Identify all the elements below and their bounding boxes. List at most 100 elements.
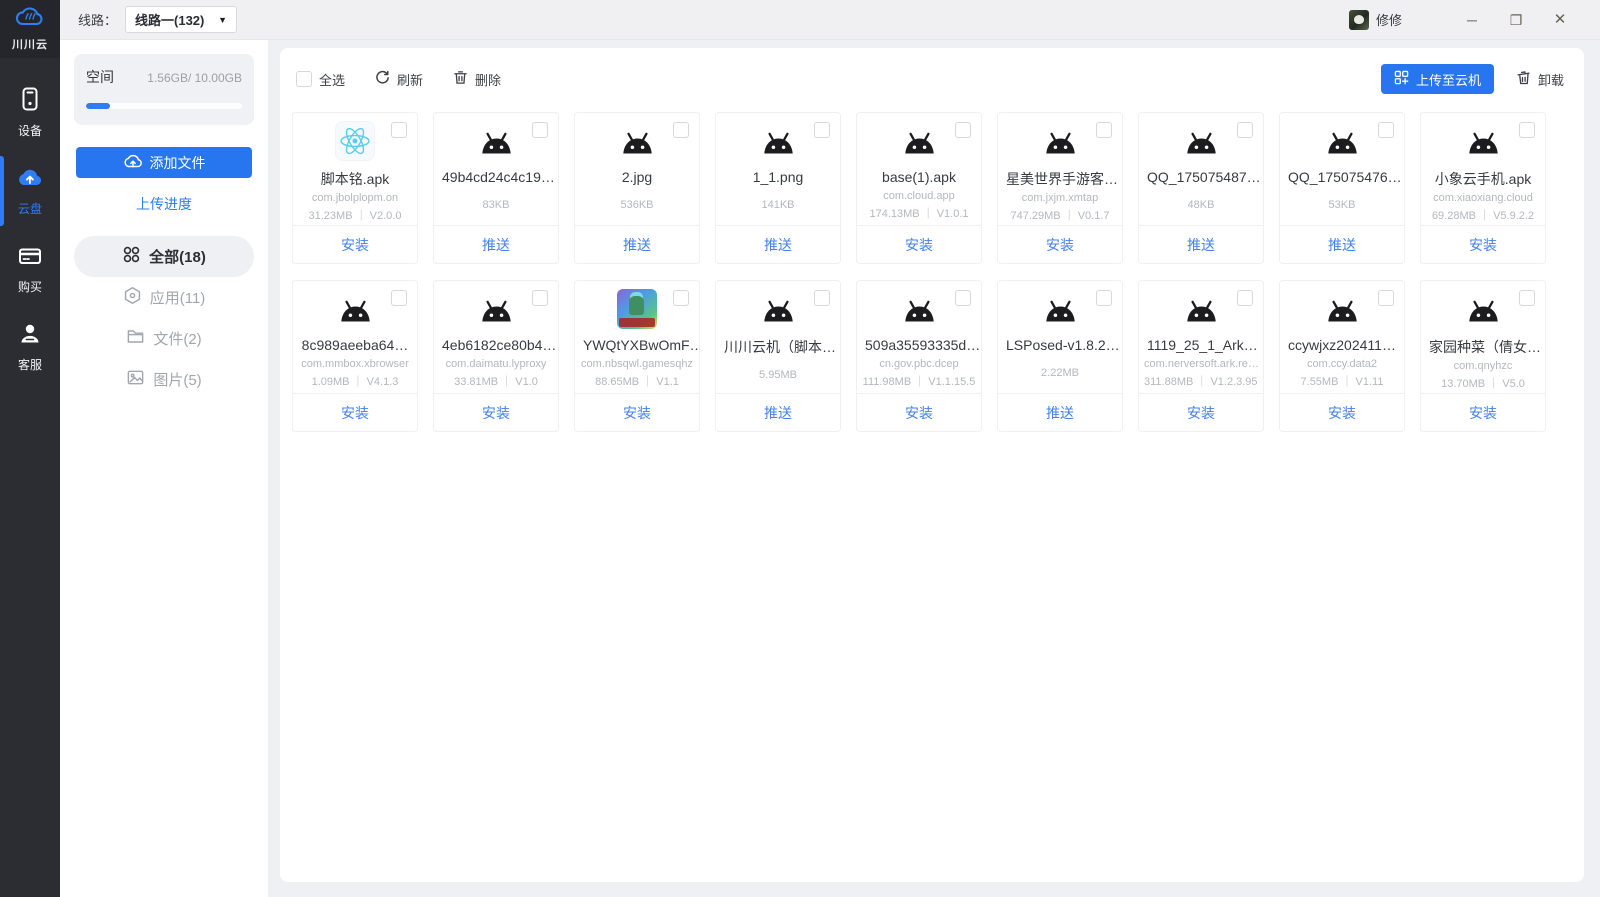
file-meta: com.nerversoft.ark.re… 311.88MB ｜ V1.2.3…	[1139, 353, 1263, 393]
file-card[interactable]: 1_1.png 141KB 推送	[715, 112, 841, 264]
purchase-card-icon	[17, 244, 43, 273]
window-controls: ─ ❐ ✕	[1450, 0, 1582, 40]
file-card[interactable]: 星美世界手游客… com.jxjm.xmtap 747.29MB ｜ V0.1.…	[997, 112, 1123, 264]
file-card[interactable]: 4eb6182ce80b4… com.daimatu.lyproxy 33.81…	[433, 280, 559, 432]
file-checkbox[interactable]	[673, 290, 689, 306]
file-size-version: 747.29MB ｜ V0.1.7	[1010, 207, 1109, 223]
file-checkbox[interactable]	[391, 290, 407, 306]
upload-to-cloud-button[interactable]: 上传至云机	[1381, 64, 1494, 94]
category-label: 应用(11)	[150, 287, 206, 308]
sidebar-item-devices[interactable]: 设备	[0, 72, 60, 152]
uninstall-button[interactable]: 卸载	[1516, 70, 1564, 89]
select-all-control[interactable]: 全选	[296, 70, 345, 89]
file-checkbox[interactable]	[955, 290, 971, 306]
file-checkbox[interactable]	[391, 122, 407, 138]
file-checkbox[interactable]	[532, 122, 548, 138]
file-card[interactable]: QQ_175075487… 48KB 推送	[1138, 112, 1264, 264]
file-action-button[interactable]: 推送	[716, 225, 840, 263]
file-size-version: 311.88MB ｜ V1.2.3.95…	[1144, 373, 1258, 389]
file-checkbox[interactable]	[1237, 122, 1253, 138]
file-card[interactable]: LSPosed-v1.8.2… 2.22MB 推送	[997, 280, 1123, 432]
file-action-button[interactable]: 安装	[1421, 225, 1545, 263]
file-action-button[interactable]: 安装	[1280, 393, 1404, 431]
file-card[interactable]: 8c989aeeba64… com.mmbox.xbrowser 1.09MB …	[292, 280, 418, 432]
maximize-button[interactable]: ❐	[1494, 0, 1538, 40]
android-apk-icon	[1183, 129, 1220, 161]
file-checkbox[interactable]	[1096, 290, 1112, 306]
file-action-button[interactable]: 推送	[998, 393, 1122, 431]
file-checkbox[interactable]	[532, 290, 548, 306]
minimize-button[interactable]: ─	[1450, 0, 1494, 40]
file-card[interactable]: QQ_175075476… 53KB 推送	[1279, 112, 1405, 264]
android-apk-icon	[901, 129, 938, 161]
file-size-version: 69.28MB ｜ V5.9.2.2	[1432, 207, 1534, 223]
user-avatar[interactable]	[1349, 10, 1369, 30]
file-checkbox[interactable]	[1378, 290, 1394, 306]
file-checkbox[interactable]	[1237, 290, 1253, 306]
select-all-checkbox[interactable]	[296, 71, 312, 87]
file-action-button[interactable]: 安装	[434, 393, 558, 431]
file-checkbox[interactable]	[1378, 122, 1394, 138]
file-meta: com.qnyhzc 13.70MB ｜ V5.0	[1421, 357, 1545, 393]
file-card[interactable]: 脚本铭.apk com.jbolplopm.on 31.23MB ｜ V2.0.…	[292, 112, 418, 264]
upload-progress-link[interactable]: 上传进度	[74, 194, 254, 214]
file-card[interactable]: 家园种菜（倩女… com.qnyhzc 13.70MB ｜ V5.0 安装	[1420, 280, 1546, 432]
file-action-button[interactable]: 推送	[716, 393, 840, 431]
file-card[interactable]: 49b4cd24c4c19… 83KB 推送	[433, 112, 559, 264]
file-card[interactable]: YWQtYXBwOmF… com.nbsqwl.gamesqhz 88.65MB…	[574, 280, 700, 432]
file-size-version: 7.55MB ｜ V1.11	[1301, 373, 1384, 389]
file-card[interactable]: ccywjxz202411… com.ccy.data2 7.55MB ｜ V1…	[1279, 280, 1405, 432]
file-checkbox[interactable]	[955, 122, 971, 138]
android-apk-icon	[1324, 129, 1361, 161]
android-apk-icon	[760, 129, 797, 161]
file-action-button[interactable]: 安装	[1421, 393, 1545, 431]
file-action-button[interactable]: 安装	[1139, 393, 1263, 431]
file-card[interactable]: 1119_25_1_Ark… com.nerversoft.ark.re… 31…	[1138, 280, 1264, 432]
file-card[interactable]: 2.jpg 536KB 推送	[574, 112, 700, 264]
file-action-button[interactable]: 安装	[293, 225, 417, 263]
category-apps[interactable]: 应用(11)	[74, 277, 254, 318]
file-card[interactable]: 509a35593335d… cn.gov.pbc.dcep 111.98MB …	[856, 280, 982, 432]
add-file-button[interactable]: 添加文件	[76, 147, 252, 178]
space-progress-fill	[86, 103, 110, 109]
category-images[interactable]: 图片(5)	[74, 359, 254, 400]
file-size-version: 33.81MB ｜ V1.0	[454, 373, 538, 389]
image-icon	[126, 368, 145, 391]
file-action-button[interactable]: 推送	[1139, 225, 1263, 263]
refresh-label: 刷新	[397, 70, 423, 89]
refresh-button[interactable]: 刷新	[375, 70, 423, 89]
file-action-button[interactable]: 推送	[434, 225, 558, 263]
sidebar-item-purchase[interactable]: 购买	[0, 230, 60, 308]
category-all[interactable]: 全部(18)	[74, 236, 254, 277]
file-action-button[interactable]: 安装	[857, 393, 981, 431]
file-checkbox[interactable]	[673, 122, 689, 138]
file-size-version: 2.22MB	[1041, 367, 1079, 379]
sidebar-item-cloud-disk[interactable]: 云盘	[0, 152, 60, 230]
file-checkbox[interactable]	[1519, 290, 1535, 306]
file-action-button[interactable]: 安装	[293, 393, 417, 431]
upload-to-cloud-label: 上传至云机	[1416, 70, 1481, 89]
file-action-button[interactable]: 安装	[575, 393, 699, 431]
file-name: 星美世界手游客…	[998, 169, 1122, 189]
file-checkbox[interactable]	[1096, 122, 1112, 138]
file-name: YWQtYXBwOmF…	[575, 337, 699, 353]
delete-button[interactable]: 删除	[453, 70, 501, 89]
android-apk-icon	[619, 129, 656, 161]
file-action-button[interactable]: 安装	[857, 225, 981, 263]
file-action-button[interactable]: 推送	[1280, 225, 1404, 263]
category-files[interactable]: 文件(2)	[74, 318, 254, 359]
space-card: 空间 1.56GB/ 10.00GB	[74, 54, 254, 125]
file-card[interactable]: 川川云机（脚本… 5.95MB 推送	[715, 280, 841, 432]
sidebar-item-support[interactable]: 客服	[0, 308, 60, 386]
file-checkbox[interactable]	[814, 122, 830, 138]
file-card[interactable]: 小象云手机.apk com.xiaoxiang.cloud 69.28MB ｜ …	[1420, 112, 1546, 264]
file-checkbox[interactable]	[814, 290, 830, 306]
active-indicator	[0, 156, 4, 226]
line-select-dropdown[interactable]: 线路一(132) ▼	[125, 6, 237, 33]
file-card[interactable]: base(1).apk com.cloud.app 174.13MB ｜ V1.…	[856, 112, 982, 264]
close-button[interactable]: ✕	[1538, 0, 1582, 40]
storage-panel: 空间 1.56GB/ 10.00GB 添加文件 上传进度 全部(18)	[60, 40, 268, 897]
file-action-button[interactable]: 安装	[998, 225, 1122, 263]
file-action-button[interactable]: 推送	[575, 225, 699, 263]
file-checkbox[interactable]	[1519, 122, 1535, 138]
